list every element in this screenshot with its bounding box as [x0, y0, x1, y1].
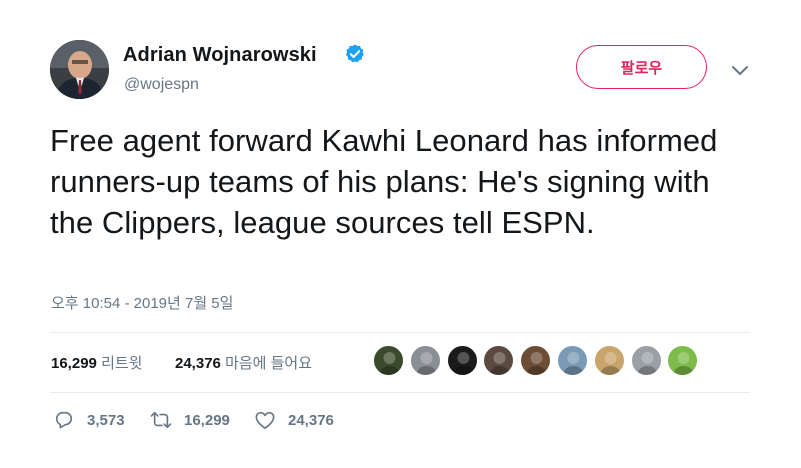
author-handle[interactable]: @wojespn — [124, 76, 199, 94]
liker-avatar-5[interactable] — [520, 345, 552, 376]
tweet-text: Free agent forward Kawhi Leonard has inf… — [50, 123, 718, 240]
reply-icon — [55, 411, 73, 429]
liker-avatar-1[interactable] — [373, 345, 404, 376]
liker-avatar-7[interactable] — [593, 345, 625, 376]
like-count: 24,376 — [288, 411, 334, 429]
liker-avatar-2[interactable] — [409, 345, 441, 376]
verified-badge-icon — [345, 44, 364, 63]
liker-avatar-8[interactable] — [630, 345, 662, 376]
stats-top-divider — [50, 332, 750, 333]
retweets-count: 16,299 — [51, 355, 97, 372]
retweets-label: 리트윗 — [101, 355, 143, 372]
liker-avatar-3[interactable] — [446, 345, 478, 376]
like-button[interactable]: 24,376 — [254, 410, 334, 430]
retweet-button[interactable]: 16,299 — [150, 410, 230, 430]
likes-count: 24,376 — [175, 355, 221, 372]
retweets-stat[interactable]: 16,299 리트윗 — [51, 352, 142, 373]
liker-avatar-4[interactable] — [483, 345, 515, 376]
retweet-count: 16,299 — [184, 411, 230, 429]
tweet-card: Adrian Wojnarowski @wojespn 팔로우 Free age… — [0, 0, 801, 468]
author-avatar[interactable] — [50, 40, 109, 99]
likes-label: 마음에 들어요 — [225, 355, 313, 372]
liker-avatar-6[interactable] — [557, 345, 588, 376]
retweet-icon — [150, 411, 172, 429]
likes-stat[interactable]: 24,376 마음에 들어요 — [175, 352, 312, 373]
chevron-down-icon[interactable] — [731, 65, 749, 77]
reply-count: 3,573 — [87, 411, 125, 429]
author-name[interactable]: Adrian Wojnarowski — [123, 44, 317, 67]
follow-button[interactable]: 팔로우 — [576, 45, 707, 89]
liker-avatar-9[interactable] — [667, 345, 699, 376]
reply-button[interactable]: 3,573 — [53, 410, 125, 430]
tweet-timestamp[interactable]: 오후 10:54 - 2019년 7월 5일 — [51, 292, 233, 313]
actions-top-divider — [50, 392, 750, 393]
heart-icon — [255, 411, 275, 429]
